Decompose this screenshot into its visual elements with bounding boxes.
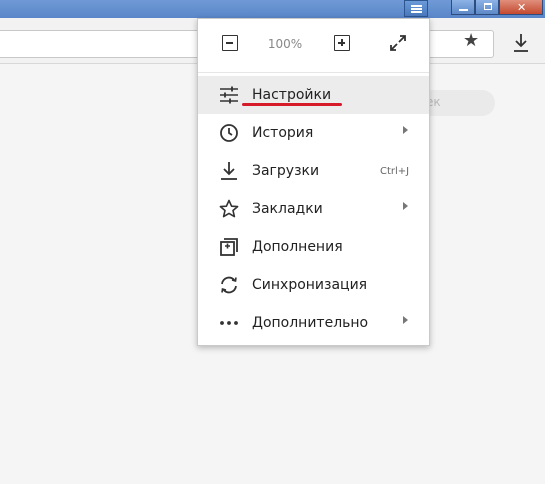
close-button[interactable]: ✕ [499, 0, 543, 15]
menu-item-history[interactable]: История [198, 114, 429, 152]
menu-item-sync[interactable]: Синхронизация [198, 266, 429, 304]
menu-item-extensions[interactable]: Дополнения [198, 228, 429, 266]
restore-icon [484, 3, 492, 10]
menu-item-label: История [252, 125, 314, 141]
zoom-controls: 100% [198, 19, 429, 73]
submenu-arrow-icon [403, 202, 408, 210]
minimize-icon [459, 9, 468, 11]
more-dots-icon [220, 321, 238, 325]
menu-item-downloads[interactable]: Загрузки Ctrl+J [198, 152, 429, 190]
shortcut-label: Ctrl+J [380, 166, 410, 177]
menu-item-label: Настройки [252, 87, 332, 103]
fullscreen-icon[interactable] [388, 33, 408, 53]
clock-icon [220, 124, 238, 142]
menu-item-bookmarks[interactable]: Закладки [198, 190, 429, 228]
menu-item-label: Загрузки [252, 163, 320, 179]
menu-item-more[interactable]: Дополнительно [198, 304, 429, 342]
menu-item-label: Синхронизация [252, 277, 368, 293]
extensions-icon [220, 238, 238, 256]
zoom-out-button[interactable] [222, 35, 238, 51]
sync-icon [221, 276, 237, 294]
submenu-arrow-icon [403, 126, 408, 134]
downloads-icon[interactable] [512, 32, 530, 54]
zoom-in-button[interactable] [334, 35, 350, 51]
settings-sliders-icon [220, 86, 238, 104]
zoom-level: 100% [267, 37, 303, 51]
page-search-field[interactable]: ек [420, 90, 495, 116]
browser-menu-button[interactable] [404, 0, 428, 17]
minimize-button[interactable] [451, 0, 475, 15]
star-outline-icon [219, 199, 239, 218]
menu-item-label: Дополнения [252, 239, 343, 255]
hamburger-icon [411, 5, 422, 13]
browser-menu: 100% Настройки История Загрузки Ctrl+J З… [197, 18, 430, 346]
menu-item-label: Закладки [252, 201, 323, 217]
download-icon [221, 162, 237, 180]
menu-item-label: Дополнительно [252, 315, 369, 331]
restore-button[interactable] [475, 0, 499, 15]
menu-item-settings[interactable]: Настройки [198, 76, 429, 114]
close-icon: ✕ [517, 1, 527, 14]
bookmark-star-icon[interactable]: ★ [463, 30, 479, 51]
submenu-arrow-icon [403, 316, 408, 324]
settings-highlight [242, 103, 342, 106]
